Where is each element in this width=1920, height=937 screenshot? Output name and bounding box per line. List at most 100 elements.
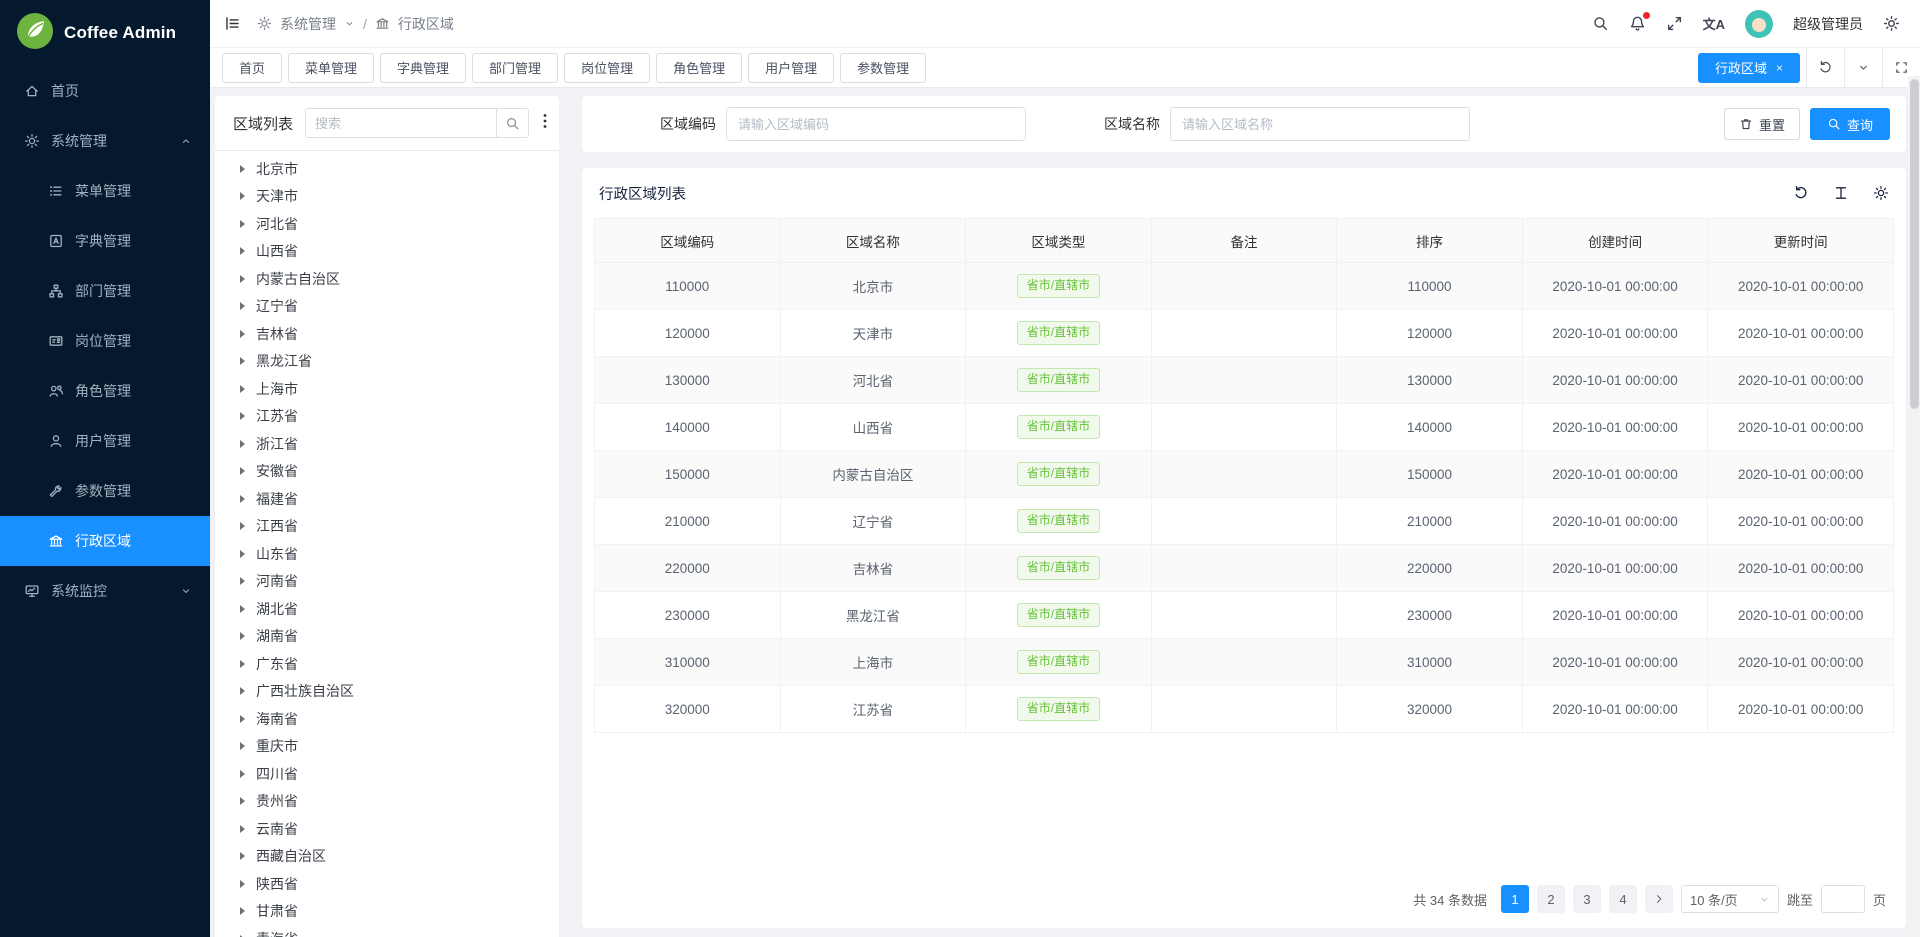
column-settings-gear-icon[interactable] [1873, 185, 1889, 201]
cell-region-type: 省市/直辖市 [966, 404, 1152, 451]
tree-node[interactable]: 浙江省 [215, 430, 559, 458]
tree-node[interactable]: 重庆市 [215, 733, 559, 761]
tab[interactable]: 用户管理 [748, 53, 834, 83]
caret-right-icon [240, 825, 245, 833]
tree-node[interactable]: 广西壮族自治区 [215, 678, 559, 706]
tab-active-region[interactable]: 行政区域 × [1698, 53, 1800, 83]
sidebar-item-menu-mgmt[interactable]: 菜单管理 [0, 166, 210, 216]
tree-search-button[interactable] [496, 109, 528, 137]
tree-node[interactable]: 辽宁省 [215, 293, 559, 321]
sidebar-item-region[interactable]: 行政区域 [0, 516, 210, 566]
tree-search-input[interactable] [306, 109, 496, 137]
translate-icon[interactable]: 文A [1703, 14, 1725, 33]
tree-node[interactable]: 福建省 [215, 485, 559, 513]
sidebar-item-user-mgmt[interactable]: 用户管理 [0, 416, 210, 466]
sidebar-item-home[interactable]: 首页 [0, 66, 210, 116]
cell-sort: 140000 [1337, 404, 1523, 451]
sidebar-collapse-icon[interactable] [224, 15, 241, 32]
search-icon[interactable] [1592, 15, 1609, 32]
scrollbar-thumb[interactable] [1910, 79, 1919, 409]
cell-sort: 320000 [1337, 686, 1523, 733]
sidebar-group-system[interactable]: 系统管理 [0, 116, 210, 166]
tab[interactable]: 岗位管理 [564, 53, 650, 83]
next-page-button[interactable] [1645, 885, 1673, 913]
tree-node[interactable]: 北京市 [215, 155, 559, 183]
page-size-select[interactable]: 10 条/页 [1681, 885, 1779, 913]
sidebar-group-monitor[interactable]: 系统监控 [0, 566, 210, 616]
cell-region-name: 内蒙古自治区 [780, 451, 966, 498]
page-button-2[interactable]: 2 [1537, 885, 1565, 913]
tree-node[interactable]: 湖北省 [215, 595, 559, 623]
sidebar-item-role-mgmt[interactable]: 角色管理 [0, 366, 210, 416]
avatar[interactable] [1745, 10, 1773, 38]
chevron-down-icon[interactable] [1844, 48, 1882, 87]
caret-right-icon [240, 467, 245, 475]
chevron-down-icon[interactable] [344, 18, 355, 29]
tree-node[interactable]: 广东省 [215, 650, 559, 678]
region-name-input[interactable] [1170, 107, 1470, 141]
fullscreen-icon[interactable] [1666, 15, 1683, 32]
tab[interactable]: 菜单管理 [288, 53, 374, 83]
tree-node[interactable]: 云南省 [215, 815, 559, 843]
tree-node[interactable]: 内蒙古自治区 [215, 265, 559, 293]
tree-node[interactable]: 西藏自治区 [215, 843, 559, 871]
tree-node[interactable]: 黑龙江省 [215, 348, 559, 376]
page-button-3[interactable]: 3 [1573, 885, 1601, 913]
caret-right-icon [240, 852, 245, 860]
cell-created: 2020-10-01 00:00:00 [1522, 498, 1708, 545]
cell-created: 2020-10-01 00:00:00 [1522, 357, 1708, 404]
tab[interactable]: 部门管理 [472, 53, 558, 83]
sidebar-item-post-mgmt[interactable]: 岗位管理 [0, 316, 210, 366]
refresh-icon[interactable] [1793, 185, 1809, 201]
window-scrollbar[interactable] [1908, 76, 1920, 937]
bank-icon [48, 533, 64, 549]
sidebar-item-dict-mgmt[interactable]: 字典管理 [0, 216, 210, 266]
username[interactable]: 超级管理员 [1793, 14, 1863, 34]
tab[interactable]: 角色管理 [656, 53, 742, 83]
tree-node[interactable]: 吉林省 [215, 320, 559, 348]
bank-icon [375, 16, 390, 31]
sidebar-item-dept-mgmt[interactable]: 部门管理 [0, 266, 210, 316]
caret-right-icon [240, 165, 245, 173]
tab[interactable]: 参数管理 [840, 53, 926, 83]
caret-right-icon [240, 632, 245, 640]
tree-node[interactable]: 青海省 [215, 925, 559, 937]
table-row: 150000 内蒙古自治区 省市/直辖市 150000 2020-10-01 0… [595, 451, 1894, 498]
cell-region-code: 150000 [595, 451, 781, 498]
reset-button[interactable]: 重置 [1724, 108, 1800, 140]
breadcrumb-root[interactable]: 系统管理 [280, 14, 336, 34]
close-icon[interactable]: × [1776, 62, 1783, 74]
notifications-bell-icon[interactable] [1629, 15, 1646, 32]
row-height-icon[interactable] [1833, 185, 1849, 201]
tree-node[interactable]: 四川省 [215, 760, 559, 788]
cell-region-type: 省市/直辖市 [966, 545, 1152, 592]
tree-node[interactable]: 贵州省 [215, 788, 559, 816]
table-row: 310000 上海市 省市/直辖市 310000 2020-10-01 00:0… [595, 639, 1894, 686]
tree-node[interactable]: 山西省 [215, 238, 559, 266]
cell-region-type: 省市/直辖市 [966, 357, 1152, 404]
tree-node[interactable]: 甘肃省 [215, 898, 559, 926]
tree-node[interactable]: 安徽省 [215, 458, 559, 486]
tab-controls [1806, 48, 1920, 87]
sidebar-item-param-mgmt[interactable]: 参数管理 [0, 466, 210, 516]
tab[interactable]: 字典管理 [380, 53, 466, 83]
tab[interactable]: 首页 [222, 53, 282, 83]
page-button-1[interactable]: 1 [1501, 885, 1529, 913]
tree-node[interactable]: 天津市 [215, 183, 559, 211]
settings-gear-icon[interactable] [1883, 15, 1900, 32]
tree-node[interactable]: 河北省 [215, 210, 559, 238]
tree-node[interactable]: 山东省 [215, 540, 559, 568]
tree-node[interactable]: 海南省 [215, 705, 559, 733]
region-code-input[interactable] [726, 107, 1026, 141]
jump-page-input[interactable] [1821, 885, 1865, 913]
tree-node[interactable]: 河南省 [215, 568, 559, 596]
tree-node[interactable]: 湖南省 [215, 623, 559, 651]
search-button[interactable]: 查询 [1810, 108, 1890, 140]
page-button-4[interactable]: 4 [1609, 885, 1637, 913]
kebab-menu-icon[interactable] [541, 113, 549, 134]
tree-node[interactable]: 上海市 [215, 375, 559, 403]
tree-node[interactable]: 江苏省 [215, 403, 559, 431]
refresh-icon[interactable] [1806, 48, 1844, 87]
tree-node[interactable]: 陕西省 [215, 870, 559, 898]
tree-node[interactable]: 江西省 [215, 513, 559, 541]
